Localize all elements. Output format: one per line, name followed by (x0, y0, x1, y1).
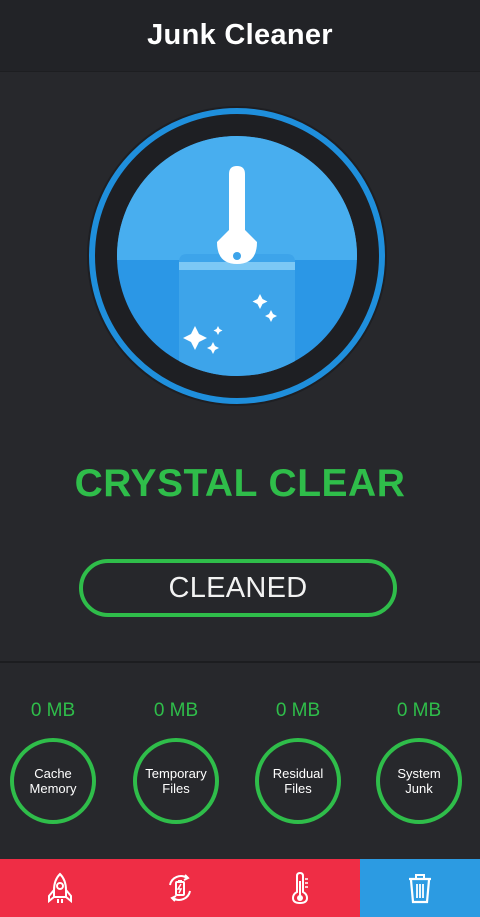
stat-system-junk: 0 MB System Junk (369, 700, 469, 824)
stat-cache-memory: 0 MB Cache Memory (3, 700, 103, 824)
cleaner-hero (85, 104, 389, 408)
bottom-tab-bar (0, 859, 480, 917)
stat-label[interactable]: Temporary Files (133, 738, 219, 824)
broom-cleaner-icon (87, 106, 387, 406)
trash-icon (409, 874, 431, 904)
stat-size: 0 MB (396, 700, 442, 721)
divider (0, 661, 480, 663)
tab-cpu-cooler[interactable] (240, 859, 360, 917)
battery-icon (169, 874, 191, 902)
thermometer-icon (291, 871, 309, 905)
stat-label[interactable]: System Junk (376, 738, 462, 824)
stat-size: 0 MB (30, 700, 76, 721)
stat-size: 0 MB (153, 700, 199, 721)
stat-temporary-files: 0 MB Temporary Files (126, 700, 226, 824)
tab-battery[interactable] (120, 859, 240, 917)
page-title: Junk Cleaner (147, 19, 333, 51)
stat-label[interactable]: Residual Files (255, 738, 341, 824)
stat-size: 0 MB (275, 700, 321, 721)
tab-junk-cleaner[interactable] (360, 859, 480, 917)
status-text: CRYSTAL CLEAR (74, 462, 406, 505)
rocket-icon (48, 872, 72, 904)
stat-residual-files: 0 MB Residual Files (248, 700, 348, 824)
cleaned-button[interactable]: CLEANED (79, 559, 397, 617)
tab-boost[interactable] (0, 859, 120, 917)
app-header: Junk Cleaner (0, 0, 480, 72)
stat-label[interactable]: Cache Memory (10, 738, 96, 824)
